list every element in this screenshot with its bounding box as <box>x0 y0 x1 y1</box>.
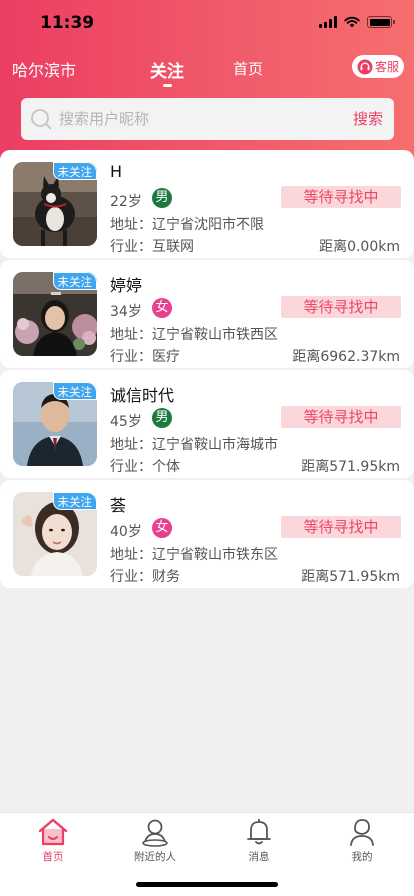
user-card[interactable]: 未关注 婷婷 34岁 女 等待寻找中 地址：辽宁省鞍山市铁西区 行业：医疗 距离… <box>0 260 414 368</box>
avatar[interactable]: 未关注 <box>13 382 97 466</box>
follow-status-badge[interactable]: 未关注 <box>52 382 97 400</box>
user-address: 地址：辽宁省沈阳市不限 <box>110 217 264 233</box>
home-indicator <box>136 882 278 887</box>
tabbar-item-nearby[interactable]: 附近的人 <box>120 817 190 867</box>
user-name: 婷婷 <box>110 276 143 295</box>
wifi-icon <box>344 16 360 28</box>
search-button[interactable]: 搜索 <box>353 108 383 129</box>
tabbar-item-messages[interactable]: 消息 <box>224 817 294 867</box>
gender-badge: 男 <box>152 188 172 208</box>
status-bar: 11:39 <box>0 0 414 44</box>
user-age: 40岁 <box>110 524 142 540</box>
tabbar-label: 附近的人 <box>134 851 176 863</box>
follow-status-badge[interactable]: 未关注 <box>52 162 97 180</box>
user-name: 诚信时代 <box>110 386 175 405</box>
user-industry: 行业：财务 <box>110 569 180 585</box>
profile-icon <box>350 819 374 846</box>
follow-status-badge[interactable]: 未关注 <box>52 272 97 290</box>
nearby-person-icon <box>142 819 168 847</box>
user-address: 地址：辽宁省鞍山市铁西区 <box>110 327 278 343</box>
search-bar: 搜索 <box>21 98 394 140</box>
status-tag: 等待寻找中 <box>281 406 401 428</box>
city-selector[interactable]: 哈尔滨市 <box>12 57 76 81</box>
user-age: 22岁 <box>110 194 142 210</box>
tabbar-label: 首页 <box>42 851 64 863</box>
user-name: 荟 <box>110 496 127 515</box>
avatar[interactable]: 未关注 <box>13 492 97 576</box>
user-distance: 距离571.95km <box>301 569 400 585</box>
tabbar-item-mine[interactable]: 我的 <box>327 817 397 867</box>
user-card[interactable]: 未关注 H 22岁 男 等待寻找中 地址：辽宁省沈阳市不限 行业：互联网 距离0… <box>0 150 414 258</box>
user-distance: 距离0.00km <box>319 239 400 255</box>
user-name: H <box>110 162 123 181</box>
user-address: 地址：辽宁省鞍山市海城市 <box>110 437 278 453</box>
tabbar-item-home[interactable]: 首页 <box>18 817 88 867</box>
user-list: 未关注 H 22岁 男 等待寻找中 地址：辽宁省沈阳市不限 行业：互联网 距离0… <box>0 150 414 590</box>
status-tag: 等待寻找中 <box>281 516 401 538</box>
tabbar-label: 我的 <box>351 851 373 863</box>
search-icon <box>31 109 52 130</box>
avatar[interactable]: 未关注 <box>13 272 97 356</box>
customer-service-button[interactable]: 客服 <box>352 55 404 78</box>
user-industry: 行业：个体 <box>110 459 180 475</box>
bell-icon <box>247 819 271 845</box>
status-tag: 等待寻找中 <box>281 186 401 208</box>
user-card[interactable]: 未关注 诚信时代 45岁 男 等待寻找中 地址：辽宁省鞍山市海城市 行业：个体 … <box>0 370 414 478</box>
status-tag: 等待寻找中 <box>281 296 401 318</box>
user-card[interactable]: 未关注 荟 40岁 女 等待寻找中 地址：辽宁省鞍山市铁东区 行业：财务 距离5… <box>0 480 414 588</box>
follow-status-badge[interactable]: 未关注 <box>52 492 97 510</box>
user-address: 地址：辽宁省鞍山市铁东区 <box>110 547 278 563</box>
customer-service-label: 客服 <box>374 60 399 74</box>
tab-home[interactable]: 首页 <box>233 58 263 79</box>
headset-icon <box>357 59 373 74</box>
gender-badge: 女 <box>152 518 172 538</box>
search-input[interactable] <box>59 107 339 131</box>
header-banner: 11:39 哈尔滨市 关注 首页 客服 搜索用户昵称 搜索 <box>0 0 414 165</box>
avatar[interactable]: 未关注 <box>13 162 97 246</box>
tabbar-label: 消息 <box>248 851 270 863</box>
tab-follow[interactable]: 关注 <box>150 57 184 82</box>
user-industry: 行业：医疗 <box>110 349 180 365</box>
gender-badge: 男 <box>152 408 172 428</box>
status-time: 11:39 <box>40 13 95 33</box>
tab-active-indicator <box>163 84 172 87</box>
user-age: 34岁 <box>110 304 142 320</box>
user-age: 45岁 <box>110 414 142 430</box>
gender-badge: 女 <box>152 298 172 318</box>
user-distance: 距离571.95km <box>301 459 400 475</box>
home-icon <box>38 818 68 846</box>
user-distance: 距离6962.37km <box>292 349 400 365</box>
cellular-signal-icon <box>319 16 337 28</box>
status-icons <box>319 15 395 29</box>
battery-icon <box>367 16 395 28</box>
user-industry: 行业：互联网 <box>110 239 194 255</box>
